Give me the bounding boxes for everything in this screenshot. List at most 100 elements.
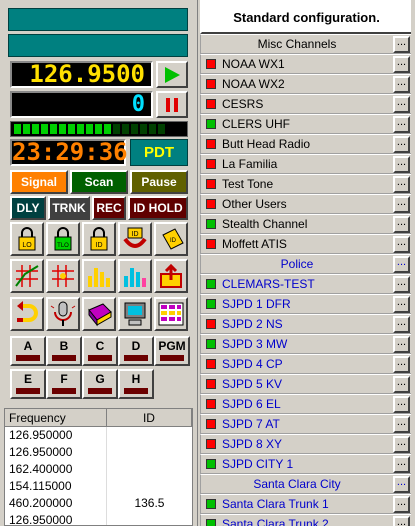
channel-item[interactable]: NOAA WX2...	[200, 74, 413, 94]
rec-button[interactable]: REC	[92, 196, 126, 220]
lock-lo-button[interactable]: LO	[10, 222, 44, 256]
channel-group-header[interactable]: Police...	[200, 254, 413, 274]
play-button[interactable]	[156, 61, 188, 88]
channel-item[interactable]: CLEMARS-TEST...	[200, 274, 413, 294]
memory-button-h[interactable]: H	[118, 369, 154, 399]
tag-id-button[interactable]: ID	[154, 222, 188, 256]
channel-options-button[interactable]: ...	[393, 235, 410, 253]
channel-status-led[interactable]	[206, 99, 216, 109]
channel-options-button[interactable]: ...	[393, 95, 410, 113]
table-row[interactable]: 460.200000 136.5	[5, 495, 192, 512]
id-hold-button[interactable]: ID HOLD	[128, 196, 188, 220]
lock-tlo-button[interactable]: TLO	[46, 222, 80, 256]
table-button[interactable]	[154, 297, 188, 331]
undo-button[interactable]	[10, 297, 44, 331]
channel-item[interactable]: Butt Head Radio...	[200, 134, 413, 154]
channel-status-led[interactable]	[206, 379, 216, 389]
signal-button[interactable]: Signal	[10, 170, 68, 194]
channel-item[interactable]: CLERS UHF...	[200, 114, 413, 134]
channel-item[interactable]: SJPD CITY 1...	[200, 454, 413, 474]
channel-item[interactable]: SJPD 4 CP...	[200, 354, 413, 374]
group-options-button[interactable]: ...	[393, 35, 410, 53]
microphone-button[interactable]	[46, 297, 80, 331]
channel-item[interactable]: NOAA WX1...	[200, 54, 413, 74]
channel-status-led[interactable]	[206, 339, 216, 349]
channel-status-led[interactable]	[206, 359, 216, 369]
channel-item[interactable]: Test Tone...	[200, 174, 413, 194]
channel-item[interactable]: Other Users...	[200, 194, 413, 214]
channel-options-button[interactable]: ...	[393, 155, 410, 173]
channel-options-button[interactable]: ...	[393, 495, 410, 513]
id-header[interactable]: ID	[107, 409, 192, 426]
channel-item[interactable]: La Familia...	[200, 154, 413, 174]
channel-options-button[interactable]: ...	[393, 295, 410, 313]
channel-status-led[interactable]	[206, 399, 216, 409]
channel-status-led[interactable]	[206, 299, 216, 309]
channel-group-header[interactable]: Santa Clara City...	[200, 474, 413, 494]
channel-item[interactable]: SJPD 8 XY...	[200, 434, 413, 454]
computer-button[interactable]	[118, 297, 152, 331]
channel-options-button[interactable]: ...	[393, 355, 410, 373]
channel-item[interactable]: Moffett ATIS...	[200, 234, 413, 254]
pause-mode-button[interactable]: Pause	[130, 170, 188, 194]
channel-options-button[interactable]: ...	[393, 275, 410, 293]
scrollbar[interactable]	[411, 0, 415, 526]
channel-options-button[interactable]: ...	[393, 175, 410, 193]
table-row[interactable]: 126.950000	[5, 444, 192, 461]
bars-cyan-button[interactable]	[118, 259, 152, 293]
channel-status-led[interactable]	[206, 119, 216, 129]
channel-options-button[interactable]: ...	[393, 375, 410, 393]
channel-status-led[interactable]	[206, 499, 216, 509]
channel-item[interactable]: SJPD 2 NS...	[200, 314, 413, 334]
memory-button-f[interactable]: F	[46, 369, 82, 399]
lock-id-button[interactable]: ID	[82, 222, 116, 256]
channel-item[interactable]: SJPD 7 AT...	[200, 414, 413, 434]
trnk-button[interactable]: TRNK	[48, 196, 90, 220]
dly-button[interactable]: DLY	[10, 196, 46, 220]
channel-status-led[interactable]	[206, 139, 216, 149]
table-row[interactable]: 162.400000	[5, 461, 192, 478]
channel-item[interactable]: Santa Clara Trunk 1...	[200, 494, 413, 514]
channel-group-header[interactable]: Misc Channels...	[200, 34, 413, 54]
channel-options-button[interactable]: ...	[393, 135, 410, 153]
channel-options-button[interactable]: ...	[393, 55, 410, 73]
channel-options-button[interactable]: ...	[393, 315, 410, 333]
scan-button[interactable]: Scan	[70, 170, 128, 194]
memory-button-a[interactable]: A	[10, 336, 46, 366]
hand-id-button[interactable]: ID	[118, 222, 152, 256]
channel-status-led[interactable]	[206, 319, 216, 329]
channel-options-button[interactable]: ...	[393, 215, 410, 233]
export-button[interactable]	[154, 259, 188, 293]
channel-status-led[interactable]	[206, 79, 216, 89]
table-row[interactable]: 126.950000	[5, 512, 192, 525]
channel-status-led[interactable]	[206, 439, 216, 449]
book-button[interactable]	[82, 297, 116, 331]
channel-status-led[interactable]	[206, 419, 216, 429]
channel-status-led[interactable]	[206, 159, 216, 169]
channel-status-led[interactable]	[206, 219, 216, 229]
channel-options-button[interactable]: ...	[393, 515, 410, 526]
table-row[interactable]: 154.115000	[5, 478, 192, 495]
channel-options-button[interactable]: ...	[393, 455, 410, 473]
channel-item[interactable]: SJPD 5 KV...	[200, 374, 413, 394]
channel-options-button[interactable]: ...	[393, 415, 410, 433]
channel-options-button[interactable]: ...	[393, 335, 410, 353]
channel-status-led[interactable]	[206, 459, 216, 469]
group-options-button[interactable]: ...	[393, 475, 410, 493]
channel-status-led[interactable]	[206, 199, 216, 209]
memory-button-c[interactable]: C	[82, 336, 118, 366]
channel-item[interactable]: Santa Clara Trunk 2...	[200, 514, 413, 526]
channel-status-led[interactable]	[206, 239, 216, 249]
channel-options-button[interactable]: ...	[393, 115, 410, 133]
channel-status-led[interactable]	[206, 279, 216, 289]
channel-status-led[interactable]	[206, 179, 216, 189]
channel-status-led[interactable]	[206, 59, 216, 69]
channel-item[interactable]: SJPD 6 EL...	[200, 394, 413, 414]
channel-item[interactable]: SJPD 3 MW...	[200, 334, 413, 354]
channel-item[interactable]: CESRS...	[200, 94, 413, 114]
memory-button-d[interactable]: D	[118, 336, 154, 366]
memory-button-e[interactable]: E	[10, 369, 46, 399]
grid-red2-button[interactable]	[46, 259, 80, 293]
memory-button-g[interactable]: G	[82, 369, 118, 399]
channel-item[interactable]: Stealth Channel...	[200, 214, 413, 234]
